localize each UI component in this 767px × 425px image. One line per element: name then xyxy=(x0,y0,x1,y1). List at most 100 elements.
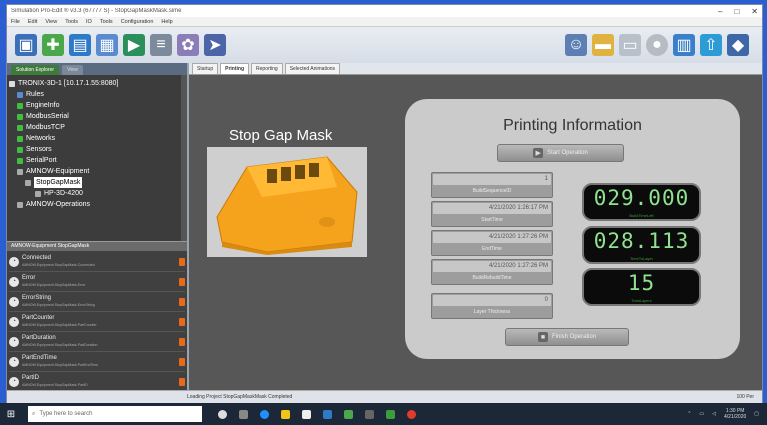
tree-node[interactable]: ModbusTCP xyxy=(9,122,185,133)
tab-solution-explorer[interactable]: Solution Explorer xyxy=(11,65,60,75)
tree-node[interactable]: TRONIX-3D-1 [10.17.1.55:8080] xyxy=(9,78,185,89)
flag-icon xyxy=(179,297,185,306)
chart-icon[interactable]: ▥ xyxy=(673,34,695,56)
open-icon[interactable]: ▦ xyxy=(96,34,118,56)
app-icon[interactable] xyxy=(386,409,395,419)
tree-scrollbar[interactable] xyxy=(181,75,187,241)
list-item[interactable]: ◔ PartCounter AMNOW-Equipment.StopGapMask.… xyxy=(9,312,185,332)
tree-node[interactable]: Networks xyxy=(9,133,185,144)
network-icon[interactable]: ▭ xyxy=(699,411,704,417)
menu-bar: File Edit View Tools IO Tools Configurat… xyxy=(7,17,762,27)
disc-icon[interactable]: ● xyxy=(646,34,668,56)
stop-icon: ■ xyxy=(537,332,548,342)
cube-icon-2[interactable]: ◆ xyxy=(727,34,749,56)
properties-header: AMNOW-Equipment StopGapMask xyxy=(7,241,187,251)
list-item[interactable]: ◔ Connected AMNOW-Equipment.StopGapMask.Co… xyxy=(9,252,185,272)
taskbar-search[interactable]: ⌕ Type here to search xyxy=(28,406,202,422)
volume-icon[interactable]: ◁ xyxy=(712,411,716,417)
tree-node[interactable]: Sensors xyxy=(9,144,185,155)
list-item[interactable]: ◔ PartEndTime AMNOW-Equipment.StopGapMask.… xyxy=(9,352,185,372)
close-icon[interactable]: ✕ xyxy=(751,7,758,16)
layer-thickness-field[interactable]: 0 Layer Thickness xyxy=(431,293,553,319)
list-item[interactable]: ◔ Error AMNOW-Equipment.StopGapMask.Error xyxy=(9,272,185,292)
chrome-icon[interactable] xyxy=(407,409,416,419)
window-title: Simulation Pro-Edit ® v3.3 (67777 S) - S… xyxy=(11,8,182,14)
tree-node[interactable]: ModbusSerial xyxy=(9,111,185,122)
finish-operation-button[interactable]: ■ Finish Operation xyxy=(505,328,629,346)
screen-icon[interactable]: ▭ xyxy=(619,34,641,56)
start-time-field[interactable]: 4/21/2020 1:26:17 PM StartTime xyxy=(431,201,553,227)
hmi-canvas: Stop Gap Mask Printing Information ▶ Sta… xyxy=(189,75,762,391)
start-operation-button[interactable]: ▶ Start Operation xyxy=(497,144,624,162)
tab-view[interactable]: View xyxy=(62,65,83,75)
tab-selected-animations[interactable]: Selected Animations xyxy=(284,63,341,74)
users-icon[interactable]: ☺ xyxy=(565,34,587,56)
cube-icon[interactable]: ▣ xyxy=(15,34,37,56)
build-sequence-field[interactable]: 1 BuildSequenceID xyxy=(431,172,553,198)
folder-icon[interactable]: ▬ xyxy=(592,34,614,56)
solution-tree[interactable]: TRONIX-3D-1 [10.17.1.55:8080] Rules Engi… xyxy=(7,75,187,241)
tree-node[interactable]: EngineInfo xyxy=(9,100,185,111)
tab-reporting[interactable]: Reporting xyxy=(251,63,283,74)
toolbar: ▣ ✚ ▤ ▦ ▶ ≡ ✿ ➤ ☺ ▬ ▭ ● ▥ ⇧ ◆ xyxy=(7,27,762,64)
zoom-level[interactable]: 100 Per xyxy=(736,394,754,400)
tab-startup[interactable]: Startup xyxy=(192,63,219,74)
status-bar: Loading Project StopGapMaskMask Complete… xyxy=(7,390,762,403)
menu-view[interactable]: View xyxy=(45,19,57,25)
search-icon: ⌕ xyxy=(32,410,36,417)
mask-part-illustration xyxy=(207,147,367,257)
app-icon[interactable] xyxy=(365,409,374,419)
file-explorer-icon[interactable] xyxy=(281,409,290,419)
arrow-icon[interactable]: ➤ xyxy=(204,34,226,56)
taskbar-apps xyxy=(218,409,416,419)
store-icon[interactable] xyxy=(302,409,311,419)
tag-icon: ◔ xyxy=(9,276,19,287)
menu-edit[interactable]: Edit xyxy=(28,19,37,25)
list-item[interactable]: ◔ ErrorString AMNOW-Equipment.StopGapMask.… xyxy=(9,292,185,312)
windows-start-icon[interactable]: ⊞ xyxy=(0,403,22,425)
printing-info-panel: Printing Information ▶ Start Operation 1… xyxy=(405,99,740,359)
lcd-display: 028.113 TimeToLayer xyxy=(582,226,701,264)
tab-printing[interactable]: Printing xyxy=(220,63,250,74)
tag-icon: ◔ xyxy=(9,316,19,327)
tree-node[interactable]: AMNOW-Operations xyxy=(9,199,185,210)
upload-icon[interactable]: ⇧ xyxy=(700,34,722,56)
menu-help[interactable]: Help xyxy=(161,19,172,25)
info-title: Printing Information xyxy=(503,117,642,134)
cortana-icon[interactable] xyxy=(218,409,227,419)
list-item[interactable]: ◔ PartDuration AMNOW-Equipment.StopGapMask… xyxy=(9,332,185,352)
menu-io[interactable]: IO xyxy=(86,19,92,25)
chevron-up-icon[interactable]: ⌃ xyxy=(687,411,691,417)
flag-icon xyxy=(179,257,185,266)
settings-icon[interactable]: ✿ xyxy=(177,34,199,56)
task-view-icon[interactable] xyxy=(239,409,248,419)
app-window: Simulation Pro-Edit ® v3.3 (67777 S) - S… xyxy=(6,4,763,404)
nodes-icon[interactable]: ✚ xyxy=(42,34,64,56)
tree-node[interactable]: SerialPort xyxy=(9,155,185,166)
tree-node[interactable]: AMNOW-Equipment xyxy=(9,166,185,177)
menu-tools-2[interactable]: Tools xyxy=(100,19,113,25)
save-icon[interactable]: ▤ xyxy=(69,34,91,56)
maximize-icon[interactable]: □ xyxy=(734,7,739,16)
tree-node[interactable]: HP-3D-4200 xyxy=(9,188,185,199)
mail-icon[interactable] xyxy=(323,409,332,419)
tree-node-selected[interactable]: StopGapMask xyxy=(9,177,185,188)
tree-node[interactable]: Rules xyxy=(9,89,185,100)
notifications-icon[interactable]: ▢ xyxy=(754,411,759,417)
list-item[interactable]: ◔ PartID AMNOW-Equipment.StopGapMask.PartI… xyxy=(9,372,185,391)
app-icon[interactable] xyxy=(344,409,353,419)
tag-icon: ◔ xyxy=(9,256,19,267)
menu-file[interactable]: File xyxy=(11,19,20,25)
clock[interactable]: 1:30 PM 4/21/2020 xyxy=(724,408,746,420)
menu-configuration[interactable]: Configuration xyxy=(121,19,154,25)
graph-icon[interactable]: ≡ xyxy=(150,34,172,56)
end-time-field[interactable]: 4/21/2020 1:27:26 PM EndTime xyxy=(431,230,553,256)
minimize-icon[interactable]: – xyxy=(718,7,722,16)
run-icon[interactable]: ▶ xyxy=(123,34,145,56)
lcd-display: 15 TotalLayers xyxy=(582,268,701,306)
mask-title: Stop Gap Mask xyxy=(229,127,333,144)
menu-tools[interactable]: Tools xyxy=(65,19,78,25)
edge-icon[interactable] xyxy=(260,409,269,419)
play-icon: ▶ xyxy=(533,148,544,158)
rebuild-time-field[interactable]: 4/21/2020 1:27:26 PM BuildRebuildTime xyxy=(431,259,553,285)
